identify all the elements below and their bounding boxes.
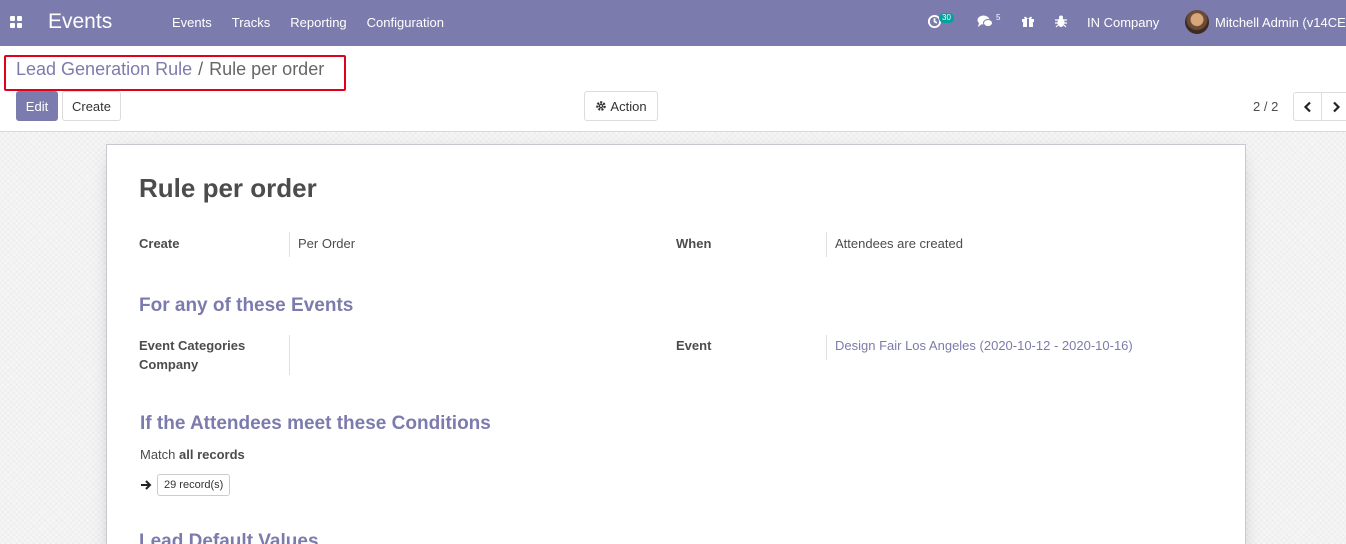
activity-count-badge: 30 (939, 13, 954, 23)
create-button[interactable]: Create (62, 91, 121, 121)
menu-item-tracks[interactable]: Tracks (232, 15, 271, 30)
arrow-right-icon (141, 480, 152, 490)
user-name: Mitchell Admin (v14CE (1215, 14, 1346, 30)
breadcrumb-parent[interactable]: Lead Generation Rule (16, 59, 192, 80)
event-label: Event (676, 338, 712, 353)
pager-value[interactable]: 2 / 2 (1253, 99, 1278, 114)
event-link[interactable]: Design Fair Los Angeles (2020-10-12 - 20… (835, 338, 1133, 353)
bug-icon (1055, 15, 1067, 28)
apps-grid-icon[interactable] (10, 16, 22, 28)
messaging-menu[interactable]: 5 (977, 13, 1000, 32)
user-menu[interactable]: Mitchell Admin (v14CE (1185, 10, 1346, 34)
main-menu: Events Tracks Reporting Configuration (172, 15, 444, 30)
action-button[interactable]: Action (584, 91, 658, 121)
action-button-label: Action (610, 98, 647, 114)
match-prefix: Match (140, 447, 176, 462)
breadcrumb: Lead Generation Rule / Rule per order (16, 59, 324, 80)
create-value: Per Order (289, 232, 355, 257)
domain-match-text: Match all records (140, 447, 245, 462)
breadcrumb-separator: / (198, 59, 204, 79)
record-title: Rule per order (139, 173, 317, 203)
menu-item-events[interactable]: Events (172, 15, 212, 30)
chevron-left-icon (1303, 101, 1311, 112)
top-navbar: Events Events Tracks Reporting Configura… (0, 0, 1346, 46)
pager-previous-button[interactable] (1293, 92, 1322, 121)
breadcrumb-current: Rule per order (209, 59, 325, 79)
chat-bubbles-icon (977, 15, 993, 27)
edit-button[interactable]: Edit (16, 91, 58, 121)
pager-next-button[interactable] (1321, 92, 1346, 121)
event-value-cell: Design Fair Los Angeles (2020-10-12 - 20… (826, 335, 1133, 360)
section-defaults-title: Lead Default Values (139, 531, 319, 544)
activity-menu[interactable]: 30 (927, 13, 954, 32)
gear-icon (596, 101, 607, 111)
form-view-background: Rule per order Create Per Order When Att… (0, 132, 1346, 544)
event-categories-value (289, 335, 298, 375)
menu-item-reporting[interactable]: Reporting (290, 15, 346, 30)
create-label: Create (139, 236, 180, 251)
section-conditions-title: If the Attendees meet these Conditions (140, 413, 491, 434)
gift-menu[interactable] (1021, 14, 1035, 31)
message-count-badge: 5 (996, 13, 1001, 22)
debug-menu[interactable] (1054, 14, 1068, 31)
menu-item-configuration[interactable]: Configuration (367, 15, 444, 30)
app-name[interactable]: Events (48, 10, 112, 34)
records-count-button[interactable]: 29 record(s) (157, 474, 231, 496)
avatar (1185, 10, 1209, 34)
form-sheet: Rule per order Create Per Order When Att… (106, 144, 1246, 544)
match-value: all records (179, 447, 245, 462)
domain-records-row: 29 record(s) (140, 474, 231, 496)
when-value: Attendees are created (826, 232, 963, 257)
gift-icon (1022, 16, 1034, 27)
chevron-right-icon (1332, 101, 1340, 112)
control-panel: Lead Generation Rule / Rule per order Ed… (0, 46, 1346, 132)
company-label: Company (139, 357, 199, 372)
when-label: When (676, 236, 712, 251)
event-categories-label: Event Categories (139, 338, 246, 353)
company-switcher[interactable]: IN Company (1087, 15, 1159, 30)
section-events-title: For any of these Events (139, 295, 354, 316)
